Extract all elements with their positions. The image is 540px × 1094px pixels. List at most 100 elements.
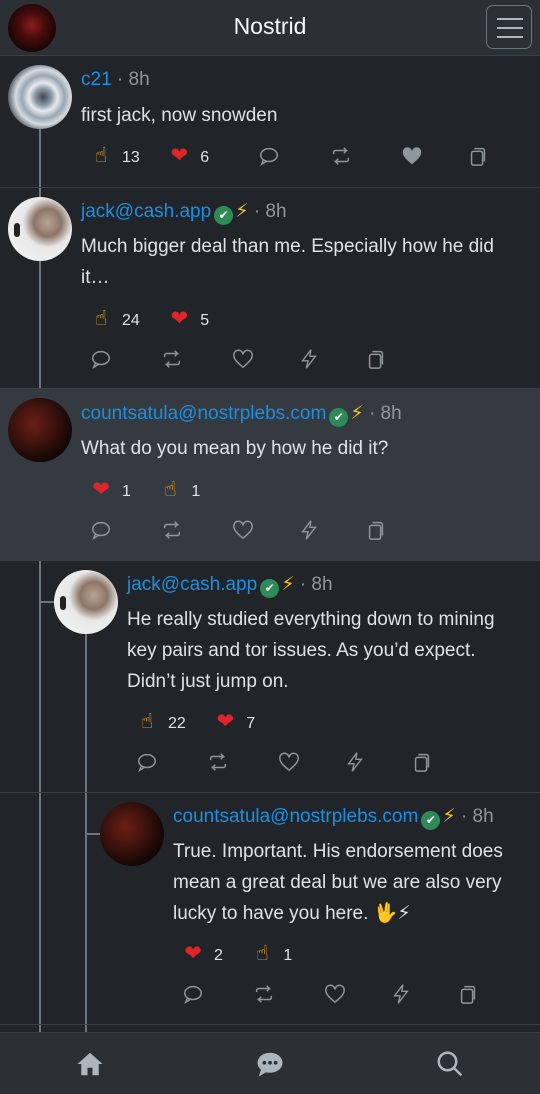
post[interactable]: jack@cash.app ✔ ⚡ · 8h Much bigger deal th…	[0, 188, 540, 389]
reaction-heart[interactable]: ❤ 7	[212, 709, 255, 734]
comment-icon	[138, 753, 156, 772]
repost-icon	[255, 985, 273, 1003]
reaction-heart[interactable]: ❤ 1	[88, 477, 131, 502]
repost-icon	[163, 350, 181, 368]
nav-search[interactable]	[432, 1047, 468, 1081]
copy-icon	[368, 350, 384, 369]
copy-icon	[470, 147, 486, 166]
repost-button[interactable]	[203, 747, 233, 777]
reply-button[interactable]	[132, 747, 162, 777]
heart-icon: ❤	[92, 478, 110, 501]
reaction-count: 2	[214, 947, 223, 964]
like-button[interactable]	[320, 979, 350, 1009]
post-reply[interactable]: jack@cash.app ✔ ⚡ · 8h He really studied e…	[0, 561, 540, 793]
author-name[interactable]: countsatula@nostrplebs.com	[81, 403, 326, 424]
copy-button[interactable]	[407, 747, 437, 777]
post-time: · 8h	[116, 69, 150, 90]
repost-button[interactable]	[157, 344, 187, 374]
like-button[interactable]	[397, 141, 427, 171]
post-actions	[0, 141, 540, 171]
copy-button[interactable]	[453, 979, 483, 1009]
chat-bubble-icon	[257, 1052, 283, 1077]
reply-button[interactable]	[86, 344, 116, 374]
reply-button[interactable]	[86, 515, 116, 545]
lightning-icon[interactable]: ⚡	[350, 403, 363, 424]
author-name[interactable]: jack@cash.app	[127, 574, 257, 595]
hamburger-icon-line	[497, 36, 523, 38]
repost-button[interactable]	[157, 515, 187, 545]
heart-outline-icon	[233, 520, 253, 540]
pointing-finger-icon: ☝	[94, 307, 108, 330]
zap-button[interactable]	[294, 515, 324, 545]
author-avatar[interactable]	[54, 570, 118, 634]
copy-icon	[460, 985, 476, 1004]
lightning-outline-icon	[347, 752, 363, 772]
post-time: · 8h	[460, 806, 494, 827]
author-avatar[interactable]	[100, 802, 164, 866]
zap-button[interactable]	[294, 344, 324, 374]
reactions: ☝ 22 ❤ 7	[134, 709, 273, 734]
repost-button[interactable]	[249, 979, 279, 1009]
reaction-count: 5	[200, 312, 210, 329]
reply-button[interactable]	[254, 141, 284, 171]
comment-icon	[184, 985, 202, 1004]
menu-button[interactable]	[486, 5, 532, 49]
lightning-icon[interactable]: ⚡	[442, 806, 455, 827]
like-button[interactable]	[274, 747, 304, 777]
verified-icon: ✔	[421, 811, 441, 830]
app-title: Nostrid	[233, 13, 307, 39]
post[interactable]: c21 · 8h first jack, now snowden ☝ 13 ❤ 6	[0, 57, 540, 188]
post-actions	[0, 515, 540, 545]
post-actions	[0, 747, 540, 777]
lightning-icon[interactable]: ⚡	[235, 201, 248, 222]
post-text: True. Important. His endorsement does me…	[173, 841, 503, 924]
heart-filled-icon	[402, 147, 422, 165]
post-reply[interactable]: countsatula@nostrplebs.com ✔ ⚡ · 8h True. …	[0, 793, 540, 1025]
post-meta: countsatula@nostrplebs.com ✔ ⚡ · 8h	[173, 805, 494, 830]
reaction-heart[interactable]: ❤ 5	[166, 306, 209, 331]
author-name[interactable]: countsatula@nostrplebs.com	[173, 806, 418, 827]
post-text: Much bigger deal than me. Especially how…	[81, 236, 494, 288]
reaction-point[interactable]: ☝ 1	[157, 477, 200, 502]
zap-button[interactable]	[386, 979, 416, 1009]
hamburger-icon	[497, 18, 523, 20]
reaction-count: 22	[168, 715, 186, 732]
reaction-point[interactable]: ☝ 24	[88, 306, 140, 331]
comment-icon	[92, 350, 110, 369]
like-button[interactable]	[228, 515, 258, 545]
lightning-outline-icon	[301, 349, 317, 369]
copy-button[interactable]	[463, 141, 493, 171]
repost-button[interactable]	[326, 141, 356, 171]
verified-icon: ✔	[214, 206, 234, 225]
copy-button[interactable]	[361, 515, 391, 545]
bottom-nav	[0, 1032, 540, 1094]
reaction-point[interactable]: ☝ 1	[249, 941, 292, 966]
reactions: ☝ 24 ❤ 5	[88, 306, 227, 331]
author-avatar[interactable]	[8, 197, 72, 261]
author-name[interactable]: jack@cash.app	[81, 201, 211, 222]
reaction-point[interactable]: ☝ 22	[134, 709, 186, 734]
reply-button[interactable]	[178, 979, 208, 1009]
reactions: ❤ 1 ☝ 1	[88, 477, 218, 502]
post-actions	[0, 344, 540, 374]
nav-messages[interactable]	[252, 1047, 288, 1081]
author-avatar[interactable]	[8, 65, 72, 129]
zap-button[interactable]	[340, 747, 370, 777]
hamburger-icon-line	[497, 27, 523, 29]
repost-icon	[332, 147, 350, 165]
pointing-finger-icon: ☝	[163, 478, 177, 501]
author-name[interactable]: c21	[81, 69, 112, 90]
copy-button[interactable]	[361, 344, 391, 374]
heart-outline-icon	[325, 984, 345, 1004]
heart-icon: ❤	[216, 710, 235, 733]
reaction-heart[interactable]: ❤ 2	[180, 941, 223, 966]
nav-home[interactable]	[72, 1047, 108, 1081]
copy-icon	[368, 521, 384, 540]
reaction-count: 24	[122, 312, 140, 329]
post-focused[interactable]: countsatula@nostrplebs.com ✔ ⚡ · 8h What d…	[0, 389, 540, 561]
author-avatar[interactable]	[8, 398, 72, 462]
pointing-finger-icon: ☝	[140, 710, 154, 733]
lightning-icon[interactable]: ⚡	[281, 574, 294, 595]
like-button[interactable]	[228, 344, 258, 374]
search-icon	[437, 1051, 463, 1077]
